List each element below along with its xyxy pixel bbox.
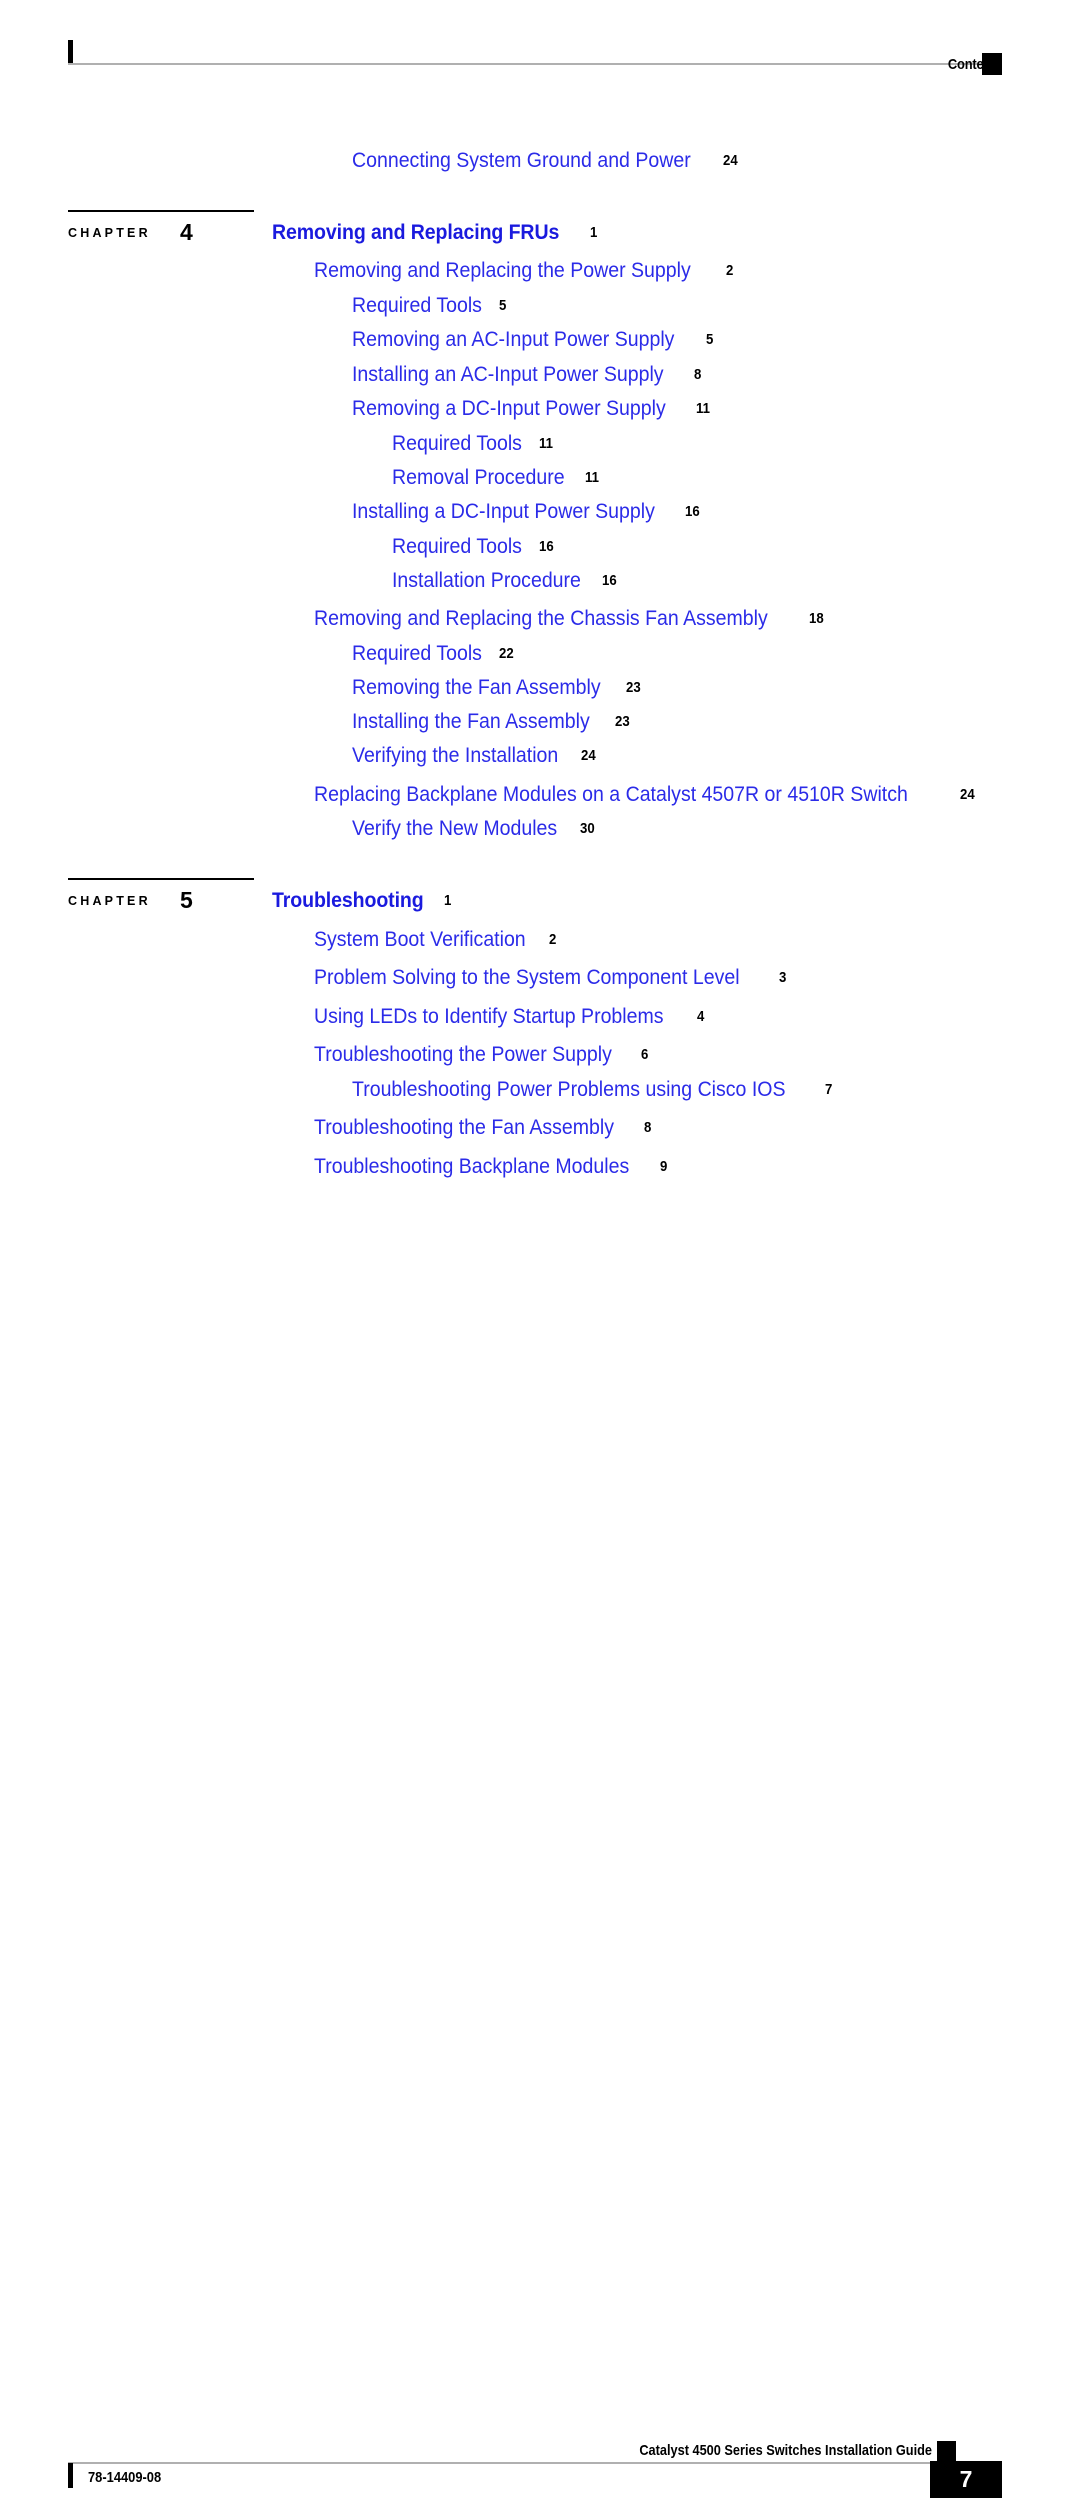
toc-entry-page-number: 23 (626, 679, 641, 696)
toc-entry-page-number: 11 (538, 435, 553, 452)
toc-entry-title[interactable]: Removing the Fan Assembly (352, 676, 601, 700)
page-number-badge: 7 (930, 2461, 1002, 2498)
toc-entry[interactable]: Troubleshooting Power Problems using Cis… (352, 1078, 833, 1102)
toc-entry[interactable]: Required Tools 16 (392, 535, 555, 559)
toc-entry-title[interactable]: Required Tools (352, 294, 482, 318)
toc-entry-title[interactable]: Removing and Replacing the Power Supply (314, 259, 691, 283)
toc-entry-title[interactable]: Removal Procedure (392, 466, 565, 490)
chapter-marker-rule (68, 878, 254, 880)
toc-entry-page-number: 22 (498, 645, 514, 662)
toc-entry-page-number: 18 (808, 610, 824, 627)
toc-entry-page-number: 23 (614, 713, 630, 730)
toc-entry-title[interactable]: Installing an AC-Input Power Supply (352, 363, 664, 387)
toc-entry-title[interactable]: Troubleshooting the Fan Assembly (314, 1116, 614, 1140)
toc-chapter-entry[interactable]: Troubleshooting 1 (272, 889, 452, 913)
toc-entry[interactable]: Verify the New Modules 30 (352, 817, 596, 841)
toc-entry[interactable]: Removal Procedure 11 (392, 466, 600, 490)
toc-entry-page-number: 11 (696, 400, 711, 417)
toc-entry[interactable]: Troubleshooting Backplane Modules 9 (314, 1155, 668, 1179)
chapter-marker-number: 4 (180, 219, 193, 245)
toc-entry[interactable]: Required Tools 11 (392, 432, 555, 456)
toc-entry-page-number: 5 (705, 331, 714, 348)
document-number: 78-14409-08 (88, 2469, 162, 2486)
toc-entry-title[interactable]: System Boot Verification (314, 928, 526, 952)
toc-entry-page-number: 3 (778, 969, 786, 986)
toc-entry-title[interactable]: Replacing Backplane Modules on a Catalys… (314, 783, 908, 807)
footer-guide-title: Catalyst 4500 Series Switches Installati… (639, 2442, 932, 2459)
toc-entry-page-number: 1 (443, 892, 452, 909)
toc-entry-title[interactable]: Installing the Fan Assembly (352, 710, 590, 734)
toc-entry-page-number: 8 (694, 366, 702, 383)
toc-entry-page-number: 24 (580, 747, 596, 764)
toc-entry-title[interactable]: Verifying the Installation (352, 744, 558, 768)
toc-entry-title[interactable]: Connecting System Ground and Power (352, 149, 691, 173)
toc-entry-page-number: 2 (548, 931, 556, 948)
page-header: Contents (0, 0, 1080, 100)
toc-entry[interactable]: Removing an AC-Input Power Supply 5 (352, 328, 714, 352)
toc-entry-page-number: 24 (723, 152, 738, 169)
toc-entry-title[interactable]: Required Tools (392, 432, 522, 456)
toc-entry-title[interactable]: Troubleshooting (272, 889, 424, 913)
page-footer: Catalyst 4500 Series Switches Installati… (0, 1211, 1080, 2498)
toc-entry[interactable]: Using LEDs to Identify Startup Problems 4 (314, 1005, 705, 1029)
toc-entry[interactable]: Removing and Replacing the Chassis Fan A… (314, 607, 826, 631)
toc-entry[interactable]: Required Tools 22 (352, 642, 515, 666)
toc-entry[interactable]: Installation Procedure 16 (392, 569, 619, 593)
toc-entry-title[interactable]: Installation Procedure (392, 569, 581, 593)
toc-entry[interactable]: Removing the Fan Assembly 23 (352, 676, 643, 700)
toc-entry-page-number: 16 (602, 572, 617, 589)
chapter-marker-rule (68, 210, 254, 212)
toc-entry[interactable]: Installing the Fan Assembly 23 (352, 710, 631, 734)
toc-entry-title[interactable]: Required Tools (352, 642, 482, 666)
toc-entry-page-number: 30 (579, 820, 595, 837)
toc-entry-title[interactable]: Removing a DC-Input Power Supply (352, 397, 666, 421)
toc-entry-page-number: 4 (696, 1008, 705, 1025)
header-left-tick (68, 40, 73, 65)
toc-entry-title[interactable]: Problem Solving to the System Component … (314, 966, 740, 990)
black-square-marker-icon (937, 2441, 956, 2463)
toc-entry-page-number: 24 (959, 786, 975, 803)
footer-left-tick (68, 2463, 73, 2488)
toc-entry[interactable]: Verifying the Installation 24 (352, 744, 598, 768)
toc-entry-page-number: 9 (659, 1158, 668, 1175)
black-square-marker-icon (982, 53, 1002, 75)
toc-entry-title[interactable]: Required Tools (392, 535, 522, 559)
toc-entry-page-number: 11 (584, 469, 599, 486)
toc-chapter-entry[interactable]: Removing and Replacing FRUs 1 (272, 221, 598, 245)
toc-entry[interactable]: Replacing Backplane Modules on a Catalys… (314, 783, 976, 807)
toc-entry[interactable]: System Boot Verification 2 (314, 928, 557, 952)
chapter-marker-label: CHAPTER (68, 894, 151, 908)
toc-entry-page-number: 8 (643, 1119, 651, 1136)
toc-entry-title[interactable]: Using LEDs to Identify Startup Problems (314, 1005, 664, 1029)
toc-entry-title[interactable]: Installing a DC-Input Power Supply (352, 500, 655, 524)
chapter-marker-label: CHAPTER (68, 226, 151, 240)
toc-entry-page-number: 5 (498, 297, 507, 314)
toc-entry-title[interactable]: Troubleshooting Power Problems using Cis… (352, 1078, 785, 1102)
toc-entry-page-number: 16 (538, 538, 554, 555)
footer-rule (68, 2462, 948, 2464)
toc-entry-page-number: 7 (825, 1081, 833, 1098)
toc-entry[interactable]: Troubleshooting the Fan Assembly 8 (314, 1116, 652, 1140)
header-rule (68, 63, 1002, 65)
toc-entry-page-number: 1 (589, 224, 598, 241)
toc-entry-page-number: 6 (641, 1046, 649, 1063)
toc-entry[interactable]: Troubleshooting the Power Supply 6 (314, 1043, 650, 1067)
toc-entry-title[interactable]: Troubleshooting Backplane Modules (314, 1155, 629, 1179)
toc-entry-page-number: 16 (684, 503, 700, 520)
toc-entry-title[interactable]: Removing and Replacing the Chassis Fan A… (314, 607, 768, 631)
toc-entry[interactable]: Installing an AC-Input Power Supply 8 (352, 363, 702, 387)
toc-entry[interactable]: Problem Solving to the System Component … (314, 966, 787, 990)
toc-entry-page-number: 2 (726, 262, 734, 279)
toc-entry[interactable]: Installing a DC-Input Power Supply 16 (352, 500, 701, 524)
toc-entry[interactable]: Removing and Replacing the Power Supply 2 (314, 259, 734, 283)
toc-entry[interactable]: Required Tools 5 (352, 294, 507, 318)
toc-entry-title[interactable]: Troubleshooting the Power Supply (314, 1043, 612, 1067)
chapter-marker-number: 5 (180, 887, 193, 913)
toc-entry[interactable]: Removing a DC-Input Power Supply 11 (352, 397, 712, 421)
toc-entry-title[interactable]: Removing and Replacing FRUs (272, 221, 559, 245)
toc-entry[interactable]: Connecting System Ground and Power 24 (352, 149, 740, 173)
toc-entry-title[interactable]: Removing an AC-Input Power Supply (352, 328, 674, 352)
toc-entry-title[interactable]: Verify the New Modules (352, 817, 557, 841)
